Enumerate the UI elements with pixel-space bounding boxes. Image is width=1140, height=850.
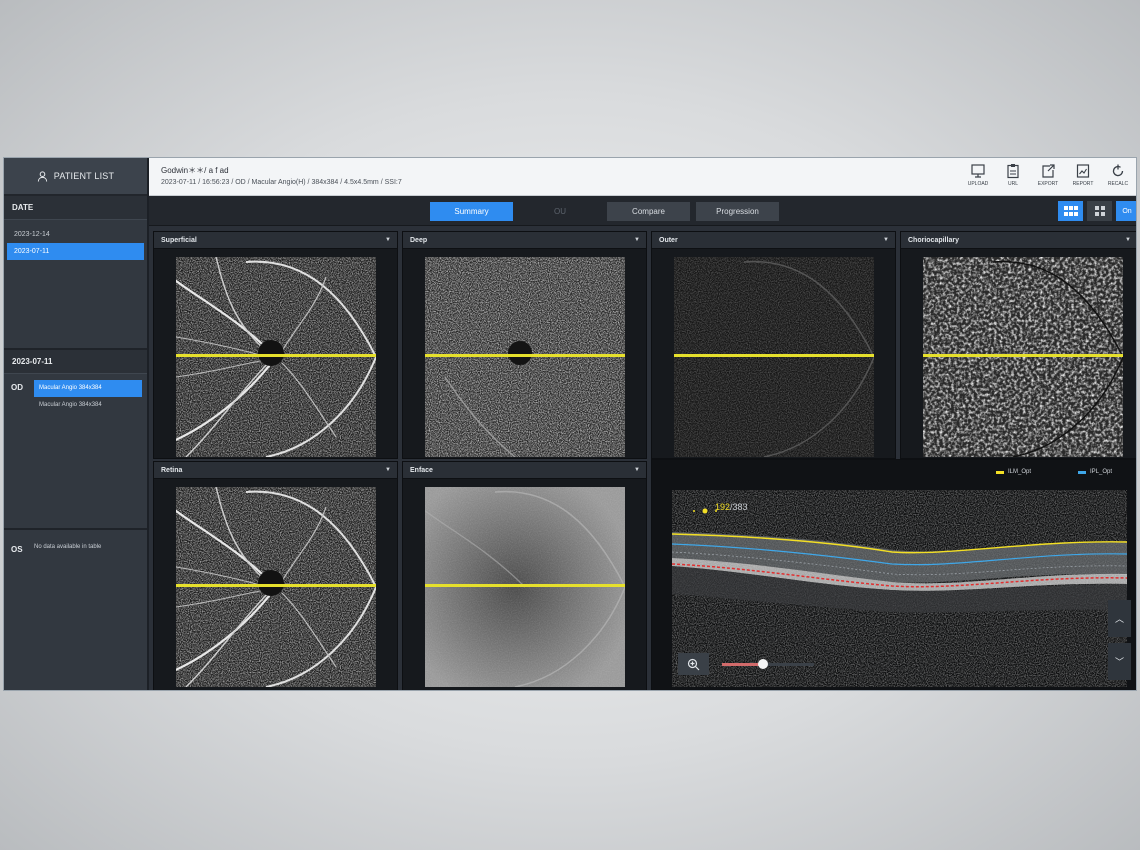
enface-panel: Enface ▼: [402, 461, 647, 690]
scan-info: 2023-07-11 / 16:56:23 / OD / Macular Ang…: [161, 179, 402, 186]
recalc-label: RECALC: [1107, 181, 1129, 187]
superficial-title: Superficial: [161, 237, 197, 244]
scan-item-selected[interactable]: Macular Angio 384x384: [34, 380, 142, 397]
choriocapillary-panel-header: Choriocapillary ▼: [901, 232, 1136, 249]
choriocapillary-panel: Choriocapillary ▼: [900, 231, 1136, 459]
export-label: EXPORT: [1037, 181, 1059, 187]
deep-panel-header: Deep ▼: [403, 232, 646, 249]
legend-swatch: [1078, 470, 1086, 474]
report-icon: [1076, 164, 1090, 178]
retina-panel: Retina ▼: [153, 461, 398, 690]
deep-image[interactable]: [425, 257, 625, 457]
upload-label: UPLOAD: [967, 181, 989, 187]
zoom-button[interactable]: [678, 653, 709, 675]
od-label: OD: [11, 383, 23, 392]
bscan-panel: ILM_Opt IPL_Opt 192/383 ︿ ﹀: [651, 459, 1136, 690]
dropdown-caret-icon[interactable]: ▼: [1125, 232, 1131, 249]
header-tools: UPLOAD URL EXPORT REPORT RECALC: [962, 163, 1134, 187]
date-item[interactable]: 2023-12-14: [7, 226, 144, 243]
outer-title: Outer: [659, 237, 678, 244]
choriocapillary-title: Choriocapillary: [908, 237, 959, 244]
tab-ou[interactable]: OU: [535, 202, 585, 221]
patient-list-button[interactable]: PATIENT LIST: [4, 158, 147, 196]
slice-readout: 192/383: [715, 502, 748, 512]
report-button[interactable]: REPORT: [1067, 163, 1099, 187]
od-row: OD Macular Angio 384x384 Macular Angio 3…: [4, 374, 147, 414]
scan-item[interactable]: Macular Angio 384x384: [34, 397, 142, 414]
scroll-up-button[interactable]: ︿: [1108, 600, 1131, 637]
deep-title: Deep: [410, 237, 428, 244]
view-toolbar: Summary OU Compare Progression On: [149, 196, 1136, 226]
legend-ilm-label: ILM_Opt: [1008, 469, 1032, 475]
dropdown-caret-icon[interactable]: ▼: [634, 462, 640, 479]
zoom-slider[interactable]: [722, 659, 814, 669]
os-row: OS No data available in table: [4, 530, 147, 554]
grid-4-icon: [1094, 206, 1105, 216]
deep-panel: Deep ▼: [402, 231, 647, 459]
enface-panel-header: Enface ▼: [403, 462, 646, 479]
enface-title: Enface: [410, 467, 433, 474]
scan-date-header: 2023-07-11: [4, 350, 147, 374]
date-header: DATE: [4, 196, 147, 220]
chevron-down-icon: ﹀: [1114, 657, 1124, 667]
legend-ilm: ILM_Opt: [996, 469, 1031, 475]
retina-panel-header: Retina ▼: [154, 462, 397, 479]
slice-current: 192: [715, 502, 731, 512]
clipboard-icon: [1007, 164, 1019, 179]
os-empty-message: No data available in table: [34, 544, 102, 550]
tab-compare[interactable]: Compare: [607, 202, 690, 221]
scroll-down-button[interactable]: ﹀: [1108, 643, 1131, 680]
upload-icon: [971, 164, 985, 178]
layout-buttons: On: [1058, 201, 1136, 221]
report-label: REPORT: [1072, 181, 1094, 187]
grid-6-icon: [1063, 206, 1078, 216]
patient-list-label: PATIENT LIST: [53, 171, 115, 181]
app-window: PATIENT LIST DATE 2023-12-14 2023-07-11 …: [3, 157, 1137, 691]
url-button[interactable]: URL: [997, 163, 1029, 187]
legend-swatch: [996, 470, 1004, 474]
export-button[interactable]: EXPORT: [1032, 163, 1064, 187]
chevron-up-icon: ︿: [1114, 614, 1124, 624]
sidebar: PATIENT LIST DATE 2023-12-14 2023-07-11 …: [4, 158, 149, 690]
recalc-button[interactable]: RECALC: [1102, 163, 1134, 187]
enface-image[interactable]: [425, 487, 625, 687]
scan-list: 2023-07-11 OD Macular Angio 384x384 Macu…: [4, 350, 147, 530]
slice-total: /383: [730, 502, 748, 512]
tab-summary[interactable]: Summary: [430, 202, 513, 221]
overlay-toggle[interactable]: On: [1116, 201, 1136, 221]
retina-title: Retina: [161, 467, 183, 474]
url-label: URL: [1007, 181, 1018, 187]
legend-ipl-label: IPL_Opt: [1090, 469, 1113, 475]
dropdown-caret-icon[interactable]: ▼: [385, 232, 391, 249]
dropdown-caret-icon[interactable]: ▼: [634, 232, 640, 249]
dropdown-caret-icon[interactable]: ▼: [385, 462, 391, 479]
outer-panel: Outer ▼: [651, 231, 896, 459]
outer-panel-header: Outer ▼: [652, 232, 895, 249]
date-list: 2023-12-14 2023-07-11: [4, 220, 147, 350]
grid-4-button[interactable]: [1087, 201, 1112, 221]
patient-header: Godwin＊＊/ a f ad 2023-07-11 / 16:56:23 /…: [149, 158, 1136, 196]
superficial-panel: Superficial ▼: [153, 231, 398, 459]
choriocapillary-image[interactable]: [923, 257, 1123, 457]
zoom-in-icon: [687, 658, 700, 670]
upload-button[interactable]: UPLOAD: [962, 163, 994, 187]
date-item-selected[interactable]: 2023-07-11: [7, 243, 144, 260]
bscan-image[interactable]: [672, 490, 1127, 687]
export-icon: [1042, 164, 1055, 178]
overlay-toggle-label: On: [1122, 207, 1132, 215]
outer-image[interactable]: [674, 257, 874, 457]
patient-name: Godwin＊＊/ a f ad: [161, 166, 229, 175]
zoom-slider-fill: [722, 663, 764, 666]
superficial-panel-header: Superficial ▼: [154, 232, 397, 249]
recalc-icon: [1112, 164, 1124, 177]
retina-image[interactable]: [176, 487, 376, 687]
legend-ipl: IPL_Opt: [1078, 469, 1112, 475]
tab-progression[interactable]: Progression: [696, 202, 779, 221]
superficial-image[interactable]: [176, 257, 376, 457]
grid-6-button[interactable]: [1058, 201, 1083, 221]
dropdown-caret-icon[interactable]: ▼: [883, 232, 889, 249]
user-icon: [37, 170, 47, 182]
os-label: OS: [11, 545, 23, 554]
